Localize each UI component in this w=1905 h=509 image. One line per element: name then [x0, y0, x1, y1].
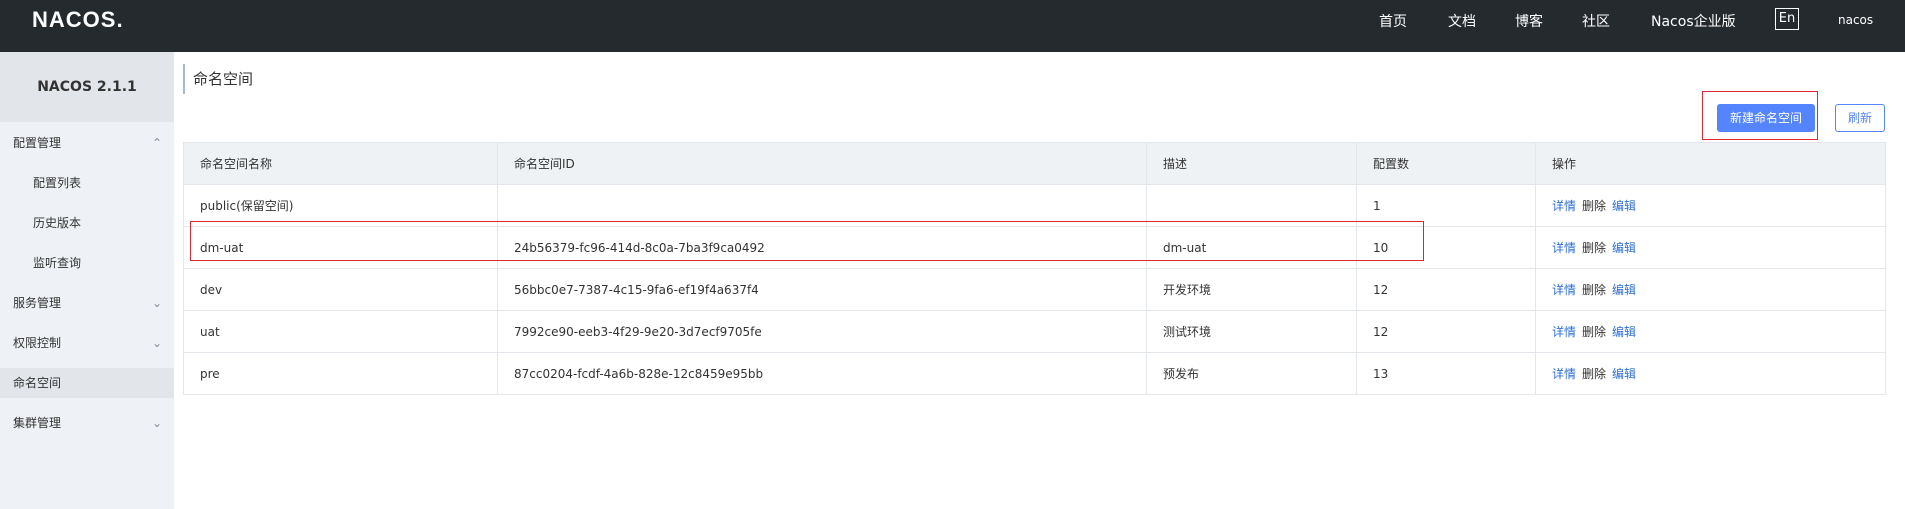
sidebar-item-history[interactable]: 历史版本 [0, 208, 174, 238]
detail-link[interactable]: 详情 [1552, 367, 1576, 381]
sidebar-item-label: 历史版本 [33, 216, 82, 230]
row-actions: 详情 删除 编辑 [1535, 184, 1886, 227]
namespace-table: 命名空间名称 命名空间ID 描述 配置数 操作 public(保留空间) 1 详… [183, 142, 1886, 395]
delete-link[interactable]: 删除 [1582, 367, 1606, 381]
table-row: uat 7992ce90-eeb3-4f29-9e20-3d7ecf9705fe… [183, 310, 1886, 353]
namespace-description: 预发布 [1146, 352, 1357, 395]
namespace-name: uat [183, 310, 498, 353]
column-header-id: 命名空间ID [497, 142, 1147, 185]
namespace-description: 开发环境 [1146, 268, 1357, 311]
delete-link[interactable]: 删除 [1582, 241, 1606, 255]
edit-link[interactable]: 编辑 [1612, 325, 1636, 339]
nav-blog[interactable]: 博客 [1515, 11, 1543, 31]
table-header-row: 命名空间名称 命名空间ID 描述 配置数 操作 [183, 142, 1886, 185]
nav-community[interactable]: 社区 [1582, 11, 1610, 31]
sidebar-item-label: 配置列表 [33, 176, 82, 190]
column-header-config-count: 配置数 [1356, 142, 1536, 185]
column-header-description: 描述 [1146, 142, 1357, 185]
namespace-config-count: 12 [1356, 310, 1536, 353]
edit-link[interactable]: 编辑 [1612, 199, 1636, 213]
detail-link[interactable]: 详情 [1552, 283, 1576, 297]
delete-link[interactable]: 删除 [1582, 283, 1606, 297]
sidebar-item-access-control[interactable]: 权限控制 ⌄ [0, 328, 174, 358]
edit-link[interactable]: 编辑 [1612, 283, 1636, 297]
row-actions: 详情 删除 编辑 [1535, 310, 1886, 353]
namespace-id: 56bbc0e7-7387-4c15-9fa6-ef19f4a637f4 [497, 268, 1147, 311]
nav-home[interactable]: 首页 [1379, 11, 1407, 31]
sidebar-item-label: 服务管理 [13, 296, 62, 310]
delete-link[interactable]: 删除 [1582, 325, 1606, 339]
sidebar-item-label: 集群管理 [13, 416, 62, 430]
chevron-up-icon: ⌃ [152, 136, 163, 150]
table-row: dev 56bbc0e7-7387-4c15-9fa6-ef19f4a637f4… [183, 268, 1886, 311]
sidebar-item-label: 配置管理 [13, 136, 62, 150]
chevron-down-icon: ⌄ [152, 296, 163, 310]
column-header-actions: 操作 [1535, 142, 1886, 185]
sidebar-item-config-list[interactable]: 配置列表 [0, 168, 174, 198]
table-row: pre 87cc0204-fcdf-4a6b-828e-12c8459e95bb… [183, 352, 1886, 395]
column-header-name: 命名空间名称 [183, 142, 498, 185]
namespace-id: 7992ce90-eeb3-4f29-9e20-3d7ecf9705fe [497, 310, 1147, 353]
sidebar-item-label: 命名空间 [13, 376, 62, 390]
sidebar-item-label: 权限控制 [13, 336, 62, 350]
sidebar: NACOS 2.1.1 配置管理 ⌃ 配置列表 历史版本 监听查询 服务管理 ⌄… [0, 52, 174, 509]
edit-link[interactable]: 编辑 [1612, 367, 1636, 381]
sidebar-item-listener-query[interactable]: 监听查询 [0, 248, 174, 278]
new-namespace-button[interactable]: 新建命名空间 [1717, 104, 1815, 132]
language-toggle-button[interactable]: En [1775, 8, 1799, 30]
namespace-config-count: 13 [1356, 352, 1536, 395]
highlight-box-dm-uat-row [190, 221, 1424, 261]
namespace-id: 87cc0204-fcdf-4a6b-828e-12c8459e95bb [497, 352, 1147, 395]
delete-link[interactable]: 删除 [1582, 199, 1606, 213]
nacos-logo[interactable]: NACOS. [32, 7, 124, 33]
row-actions: 详情 删除 编辑 [1535, 268, 1886, 311]
namespace-name: dev [183, 268, 498, 311]
edit-link[interactable]: 编辑 [1612, 241, 1636, 255]
namespace-name: pre [183, 352, 498, 395]
sidebar-item-namespace[interactable]: 命名空间 [0, 368, 174, 398]
user-name[interactable]: nacos [1838, 13, 1873, 27]
row-actions: 详情 删除 编辑 [1535, 226, 1886, 269]
row-actions: 详情 删除 编辑 [1535, 352, 1886, 395]
sidebar-item-service-management[interactable]: 服务管理 ⌄ [0, 288, 174, 318]
detail-link[interactable]: 详情 [1552, 325, 1576, 339]
sidebar-item-label: 监听查询 [33, 256, 82, 270]
nav-docs[interactable]: 文档 [1448, 11, 1476, 31]
nav-enterprise[interactable]: Nacos企业版 [1651, 11, 1736, 31]
namespace-config-count: 12 [1356, 268, 1536, 311]
detail-link[interactable]: 详情 [1552, 199, 1576, 213]
top-bar: NACOS. 首页 文档 博客 社区 Nacos企业版 En nacos [0, 0, 1905, 52]
detail-link[interactable]: 详情 [1552, 241, 1576, 255]
chevron-down-icon: ⌄ [152, 336, 163, 350]
version-label: NACOS 2.1.1 [0, 52, 174, 122]
chevron-down-icon: ⌄ [152, 416, 163, 430]
namespace-description: 测试环境 [1146, 310, 1357, 353]
refresh-button[interactable]: 刷新 [1835, 104, 1885, 132]
sidebar-item-cluster-management[interactable]: 集群管理 ⌄ [0, 408, 174, 438]
sidebar-item-config-management[interactable]: 配置管理 ⌃ [0, 128, 174, 158]
page-title: 命名空间 [183, 64, 253, 94]
